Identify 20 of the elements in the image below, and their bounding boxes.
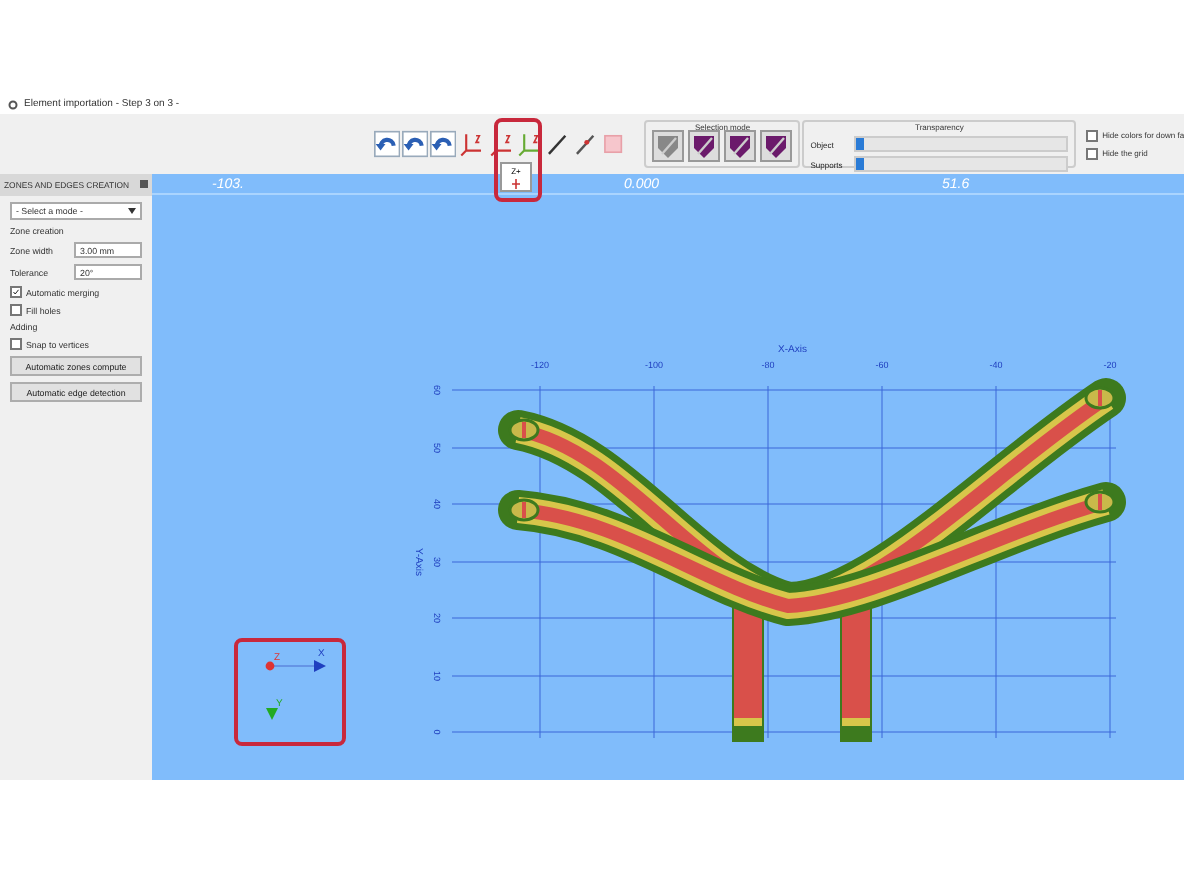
shield-icon[interactable] [760, 130, 793, 162]
highlight-frame [494, 118, 542, 202]
axes-icon[interactable] [458, 128, 486, 160]
transparency-slider[interactable] [854, 136, 1069, 152]
axis-icon[interactable] [510, 178, 522, 190]
caret-icon [128, 208, 136, 214]
undo-icon[interactable] [374, 128, 401, 160]
checkbox[interactable] [1086, 129, 1099, 141]
checkbox[interactable] [10, 304, 22, 316]
axes-icon[interactable] [515, 128, 542, 160]
transparency-slider[interactable] [854, 156, 1069, 172]
checkbox[interactable] [1086, 147, 1099, 159]
checkbox[interactable] [10, 286, 22, 298]
shield-icon[interactable] [688, 130, 721, 162]
checkbox[interactable] [10, 338, 22, 350]
highlight-frame [234, 638, 346, 746]
undo-icon[interactable] [402, 128, 429, 160]
undo-icon[interactable] [430, 128, 457, 160]
shield-icon[interactable] [724, 130, 757, 162]
axis-gizmo-drawing [265, 660, 326, 720]
